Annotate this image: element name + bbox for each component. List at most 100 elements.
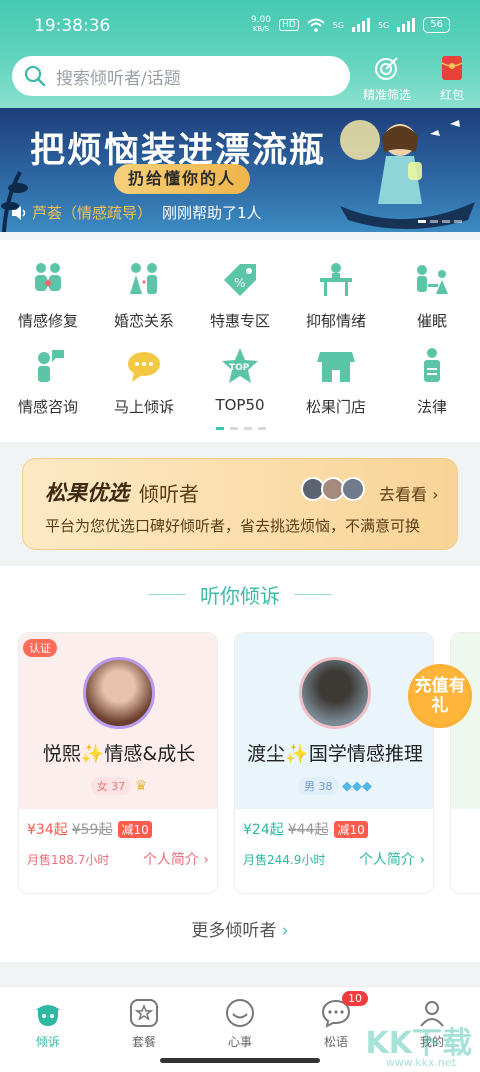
chevron-right-icon: ›	[419, 852, 425, 868]
svg-text:%: %	[234, 276, 245, 290]
price: ¥24起	[243, 822, 284, 838]
filter-button[interactable]: 精准筛选	[360, 54, 414, 103]
more-label: 更多倾听者	[191, 921, 277, 941]
search-placeholder: 搜索倾听者/话题	[56, 68, 181, 89]
divider	[294, 594, 332, 595]
avatar	[299, 657, 371, 729]
tab-package[interactable]: 套餐	[96, 997, 192, 1050]
category-law[interactable]: 法律	[384, 346, 480, 417]
signal-icon-2	[397, 18, 416, 32]
avatar	[341, 477, 365, 501]
tab-label: 倾诉	[35, 1035, 60, 1049]
category-label: 法律	[416, 398, 447, 416]
search-icon	[24, 65, 46, 87]
law-icon	[424, 348, 440, 382]
tab-label: 套餐	[131, 1035, 156, 1049]
net-speed-unit: KB/S	[252, 25, 270, 33]
net-speed: 9.00 KB/S	[251, 16, 271, 34]
more-listeners-link[interactable]: 更多倾听者 ›	[0, 916, 480, 941]
red-packet-icon	[441, 56, 463, 80]
signal-label-2: 5G	[377, 20, 390, 30]
card-header: 认证 悦熙✨情感&成长 女 37 ♛	[19, 633, 217, 809]
tab-confide[interactable]: 倾诉	[0, 997, 96, 1050]
search-input[interactable]: 搜索倾听者/话题	[12, 56, 350, 96]
category-emotional-repair[interactable]: 情感修复	[0, 260, 96, 331]
category-talk-now[interactable]: 马上倾诉	[96, 346, 192, 417]
selection-promo-card[interactable]: 松果优选 倾听者 去看看 › 平台为您优选口碑好倾听者，省去挑选烦恼，不满意可换	[22, 458, 458, 550]
category-consult[interactable]: 情感咨询	[0, 346, 96, 417]
banner-pagination	[418, 220, 462, 223]
listener-name: 渡尘✨国学情感推理	[247, 743, 423, 765]
promo-title-text: 倾听者	[139, 481, 199, 506]
category-label: 马上倾诉	[113, 398, 174, 416]
redpacket-label: 红包	[439, 88, 464, 102]
card-header: 渡尘✨国学情感推理 男 38 ◆◆◆	[235, 633, 433, 809]
smile-face-icon	[226, 999, 254, 1027]
price-row: ¥34起 ¥59起 减10	[27, 819, 152, 839]
recharge-label: 充值有礼	[414, 676, 466, 716]
battery-icon: 56	[423, 17, 450, 33]
filter-label: 精准筛选	[362, 88, 411, 102]
profile-link-label: 个人简介	[358, 852, 415, 868]
status-indicators: 9.00 KB/S HD 5G 5G 56	[251, 16, 450, 34]
monthly-sales: 月售188.7小时	[27, 853, 110, 867]
chevron-right-icon: ›	[203, 852, 209, 868]
section-title: 听你倾诉	[200, 584, 280, 608]
listener-card[interactable]: 渡尘✨国学情感推理 男 38 ◆◆◆ ¥24起 ¥44起 减10 月售244.9…	[234, 632, 434, 894]
category-grid: 情感修复 婚恋关系 % 特惠专区 抑郁情绪 催眠 情感咨询 马上倾诉 TOP T…	[0, 240, 480, 442]
promo-brand: 松果优选	[45, 481, 129, 505]
redpacket-button[interactable]: 红包	[430, 54, 474, 103]
hd-icon: HD	[278, 19, 299, 31]
profile-link-label: 个人简介	[142, 852, 199, 868]
svg-text:TOP: TOP	[229, 363, 250, 373]
price: ¥34起	[27, 822, 68, 838]
profile-link[interactable]: 个人简介 ›	[359, 849, 425, 869]
category-marriage[interactable]: 婚恋关系	[96, 260, 192, 331]
couple-icon	[35, 263, 61, 291]
acorn-icon	[36, 1005, 60, 1026]
category-label: TOP50	[215, 396, 265, 414]
listener-card[interactable]: 认证 悦熙✨情感&成长 女 37 ♛ ¥34起 ¥59起 减10 月售188.7…	[18, 632, 218, 894]
ticker-name: 芦荟（情感疏导）	[32, 204, 153, 222]
category-store[interactable]: 松果门店	[288, 346, 384, 417]
promo-go-link[interactable]: 去看看 ›	[379, 481, 439, 505]
header-bar: 19:38:36 9.00 KB/S HD 5G 5G 56 搜索倾听者/话题 …	[0, 0, 480, 112]
category-depression[interactable]: 抑郁情绪	[288, 260, 384, 331]
listener-meta: 男 38 ◆◆◆	[235, 777, 433, 795]
marriage-icon	[130, 263, 157, 294]
chat-bubble-icon	[128, 352, 160, 382]
discount-badge: 减10	[334, 820, 368, 838]
category-hypnosis[interactable]: 催眠	[384, 260, 480, 331]
home-indicator[interactable]	[160, 1058, 320, 1063]
promo-avatars	[301, 477, 365, 501]
chevron-right-icon: ›	[432, 485, 439, 504]
listener-name: 悦熙✨情感&成长	[42, 743, 196, 765]
chevron-right-icon: ›	[281, 921, 289, 941]
gender-age-tag: 女 37	[90, 777, 132, 795]
diamond-level-icon: ◆◆◆	[342, 779, 372, 794]
category-label: 松果门店	[305, 398, 366, 416]
category-discount[interactable]: % 特惠专区	[192, 260, 288, 331]
promo-go-label: 去看看	[379, 485, 428, 504]
store-icon	[317, 352, 355, 382]
ticker-text: 刚刚帮助了1人	[162, 204, 262, 222]
discount-tag-icon: %	[224, 264, 256, 296]
category-label: 催眠	[416, 312, 447, 330]
recharge-gift-badge[interactable]: 充值有礼	[408, 664, 472, 728]
category-label: 情感咨询	[17, 398, 78, 416]
banner-subtitle: 扔给懂你的人	[114, 164, 251, 194]
monthly-sales: 月售244.9小时	[243, 853, 326, 867]
category-top50[interactable]: TOP TOP50	[192, 346, 288, 414]
category-label: 特惠专区	[209, 312, 270, 330]
banner-ticker: 芦荟（情感疏导） 刚刚帮助了1人	[10, 202, 262, 223]
watermark-url: www.kkx.net	[385, 1056, 456, 1069]
profile-link[interactable]: 个人简介 ›	[143, 849, 209, 869]
signal-label-1: 5G	[332, 20, 344, 30]
tab-label: 心事	[227, 1035, 252, 1049]
tab-thoughts[interactable]: 心事	[192, 997, 288, 1050]
listener-meta: 女 37 ♛	[19, 777, 217, 795]
promo-banner[interactable]: 把烦恼装进漂流瓶 扔给懂你的人 芦荟（情感疏导） 刚刚帮助了1人	[0, 108, 480, 232]
top-star-icon: TOP	[222, 348, 258, 383]
original-price: ¥59起	[71, 822, 113, 838]
consult-icon	[38, 350, 64, 382]
